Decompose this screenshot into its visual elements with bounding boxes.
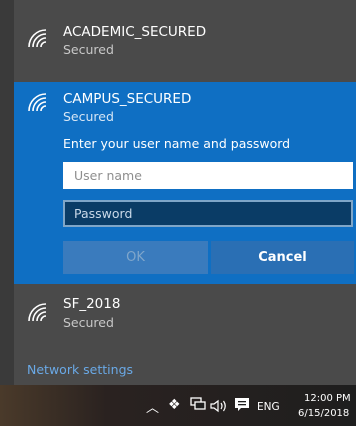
chevron-up-icon[interactable]: ︿ [146, 397, 159, 416]
volume-icon[interactable] [210, 399, 228, 416]
network-item-academic-secured[interactable]: ACADEMIC_SECURED Secured [14, 10, 356, 72]
network-status: Secured [63, 42, 114, 57]
network-status: Secured [63, 109, 114, 124]
dropbox-icon[interactable]: ❖ [168, 397, 181, 413]
network-name: CAMPUS_SECURED [63, 91, 192, 107]
wifi-icon [28, 29, 47, 48]
cancel-button[interactable]: Cancel [211, 241, 354, 274]
network-name: ACADEMIC_SECURED [63, 24, 207, 40]
wifi-flyout: ACADEMIC_SECURED Secured CAMPUS_SECURED … [14, 0, 356, 385]
network-status: Secured [63, 315, 114, 330]
wifi-icon [28, 93, 47, 112]
clock-time[interactable]: 12:00 PM [304, 393, 351, 404]
language-indicator[interactable]: ENG [257, 401, 280, 413]
taskbar: ︿ ❖ ENG 12:00 PM 6/15/2018 [0, 385, 356, 426]
network-item-campus-secured[interactable]: CAMPUS_SECURED Secured Enter your user n… [14, 82, 356, 284]
wifi-icon [28, 303, 47, 322]
password-input[interactable] [63, 200, 353, 227]
username-input[interactable] [63, 162, 353, 189]
credentials-prompt: Enter your user name and password [63, 136, 291, 151]
clock-date[interactable]: 6/15/2018 [298, 408, 349, 419]
network-name: SF_2018 [63, 296, 121, 312]
network-settings-link[interactable]: Network settings [27, 362, 133, 377]
notification-icon[interactable] [234, 397, 250, 416]
ok-button[interactable]: OK [63, 241, 208, 274]
network-item-sf-2018[interactable]: SF_2018 Secured [14, 288, 356, 348]
network-icon[interactable] [190, 397, 206, 415]
